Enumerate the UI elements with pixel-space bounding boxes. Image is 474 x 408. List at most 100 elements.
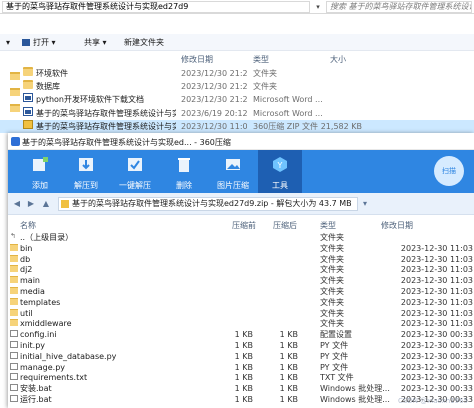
image-icon <box>226 159 240 170</box>
entry-name: initial_hive_database.py <box>20 351 117 361</box>
entry-name: templates <box>20 297 61 307</box>
column-date[interactable]: 修改日期 <box>381 220 413 231</box>
entry-name: db <box>20 254 31 264</box>
file-type: 文件夹 <box>253 69 277 78</box>
zip-list-item[interactable]: main 文件夹 2023-12-30 11:03 <box>8 276 474 287</box>
folder-icon <box>10 254 18 262</box>
search-input[interactable]: 搜索 基于的菜鸟驿站存取件管理系统设计与实... <box>326 1 472 13</box>
file-row[interactable]: 基于的菜鸟驿站存取件管理系统设计与实现... 2023/12/30 11:03 36… <box>0 119 474 133</box>
column-date[interactable]: 修改日期 <box>181 54 213 65</box>
zip-list-item[interactable]: ↰ ..（上级目录） 文件夹 <box>8 233 474 244</box>
zip-list-item[interactable]: requirements.txt 1 KB 1 KB TXT 文件 2023-12-30… <box>8 373 474 384</box>
entry-date: 2023-12-30 11:03 <box>400 297 473 307</box>
file-row[interactable]: 环境软件 2023/12/30 21:24 文件夹 <box>0 67 474 80</box>
file-date: 2023/12/30 11:03 <box>181 121 247 131</box>
column-after[interactable]: 压缩后 <box>273 220 297 231</box>
zip-list-item[interactable]: templates 文件夹 2023-12-30 11:03 <box>8 297 474 309</box>
column-size[interactable]: 大小 <box>330 54 346 65</box>
add-label: 添加 <box>32 181 48 190</box>
zip-list-item[interactable]: initial_hive_database.py 1 KB 1 KB PY 文件 202… <box>8 351 474 363</box>
size-after: 1 KB <box>279 341 298 350</box>
size-after: 1 KB <box>279 395 298 404</box>
file-date: 2023/6/19 20:12 <box>181 108 247 118</box>
address-bar[interactable]: 基于的菜鸟驿站存取件管理系统设计与实现ed27d9 <box>2 1 310 13</box>
size-after: 1 KB <box>279 384 298 394</box>
column-type[interactable]: 类型 <box>320 220 336 231</box>
add-button[interactable]: 添加 <box>18 150 62 193</box>
zip-list-item[interactable]: 安装.bat 1 KB 1 KB Windows 批处理... 2023-12-30 0… <box>8 384 474 395</box>
back-icon[interactable]: ◀ <box>12 198 22 210</box>
scan-button[interactable]: 扫描 <box>434 156 464 186</box>
entry-type: 文件夹 <box>320 319 344 329</box>
file-row[interactable]: 数据库 2023/12/30 21:24 文件夹 <box>0 80 474 93</box>
size-before: 1 KB <box>234 395 253 404</box>
entry-type: 文件夹 <box>320 308 344 318</box>
zip-list-item[interactable]: init.py 1 KB 1 KB PY 文件 2023-12-30 00:33 <box>8 341 474 352</box>
zip-title-bar: 基于的菜鸟驿站存取件管理系统设计与实现ed... - 360压缩 <box>8 133 474 150</box>
path-dropdown-icon[interactable]: ▾ <box>360 198 370 210</box>
zip-column-header: 名称 压缩前 压缩后 类型 修改日期 <box>8 219 474 231</box>
up-icon: ↰ <box>10 233 16 240</box>
size-before: 1 KB <box>234 384 253 394</box>
new-folder-button[interactable]: 新建文件夹 <box>124 36 164 49</box>
watermark: CSDN @xiaoxh1965 <box>397 397 468 405</box>
image-compress-button[interactable]: 图片压缩 <box>211 150 255 193</box>
explorer-toolbar: ▾ 打开 ▾ 共享 ▾ 新建文件夹 <box>0 34 474 51</box>
entry-type: 文件夹 <box>320 233 344 242</box>
entry-name: 运行.bat <box>20 395 52 404</box>
entry-date: 2023-12-30 11:03 <box>400 265 473 275</box>
entry-type: 文件夹 <box>320 254 344 264</box>
extract-icon <box>79 158 93 171</box>
file-type: 文件夹 <box>253 82 277 92</box>
file-icon <box>10 341 18 348</box>
entry-date: 2023-12-30 00:33 <box>400 373 473 383</box>
entry-date: 2023-12-30 11:03 <box>400 308 473 318</box>
zip-list-item[interactable]: config.ini 1 KB 1 KB 配置设置 2023-12-30 00:33 <box>8 330 474 341</box>
entry-date: 2023-12-30 11:03 <box>400 243 473 253</box>
entry-date: 2023-12-30 11:03 <box>400 319 473 329</box>
one-click-extract-button[interactable]: 一键解压 <box>113 150 157 193</box>
zip-list-item[interactable]: bin 文件夹 2023-12-30 11:03 <box>8 243 474 255</box>
file-name: 基于的菜鸟驿站存取件管理系统设计与实... <box>36 108 176 118</box>
zip-list-item[interactable]: dj2 文件夹 2023-12-30 11:03 <box>8 265 474 276</box>
size-after: 1 KB <box>279 362 298 372</box>
extract-to-button[interactable]: 解压到 <box>64 150 108 193</box>
share-label: 共享 <box>84 38 100 47</box>
explorer-window: 基于的菜鸟驿站存取件管理系统设计与实现ed27d9 ▾ ↻ 搜索 基于的菜鸟驿站… <box>0 0 474 148</box>
size-before: 1 KB <box>234 351 253 361</box>
file-row[interactable]: 基于的菜鸟驿站存取件管理系统设计与实... 2023/6/19 20:12 Micr… <box>0 106 474 120</box>
dropdown-icon[interactable]: ▾ <box>310 1 326 13</box>
size-before: 1 KB <box>234 341 253 350</box>
file-name: 基于的菜鸟驿站存取件管理系统设计与实现... <box>36 121 176 131</box>
zip-list-item[interactable]: media 文件夹 2023-12-30 11:03 <box>8 287 474 298</box>
zip-list-item[interactable]: db 文件夹 2023-12-30 11:03 <box>8 254 474 266</box>
file-icon <box>10 351 18 359</box>
zip-list-item[interactable]: util 文件夹 2023-12-30 11:03 <box>8 308 474 320</box>
file-row[interactable]: python开发环境软件下载文档 2023/12/30 21:25 Microsof… <box>0 93 474 106</box>
share-button[interactable]: 共享 ▾ <box>84 36 107 49</box>
word-icon <box>23 106 33 116</box>
zip-path-field[interactable]: 基于的菜鸟驿站存取件管理系统设计与实现ed27d9.zip - 解包大小为 43… <box>58 197 358 211</box>
column-before[interactable]: 压缩前 <box>232 220 256 231</box>
zip-icon <box>23 119 33 129</box>
file-type: 360压缩 ZIP 文件 <box>253 121 319 131</box>
file-icon <box>10 373 18 381</box>
tools-button[interactable]: Y 工具 <box>258 150 302 193</box>
size-before: 1 KB <box>234 373 253 383</box>
zip-list-item[interactable]: xmiddleware 文件夹 2023-12-30 11:03 <box>8 319 474 330</box>
delete-label: 删除 <box>176 181 192 190</box>
entry-type: PY 文件 <box>320 341 349 350</box>
forward-icon[interactable]: ▶ <box>26 198 36 210</box>
up-level-icon[interactable]: ▲ <box>41 198 51 210</box>
file-icon <box>10 362 18 370</box>
one-click-extract-label: 一键解压 <box>119 181 151 190</box>
file-name: python开发环境软件下载文档 <box>36 95 144 105</box>
entry-date: 2023-12-30 00:33 <box>400 330 473 340</box>
zip-list-item[interactable]: manage.py 1 KB 1 KB PY 文件 2023-12-30 00:33 <box>8 362 474 374</box>
delete-button[interactable]: 删除 <box>162 150 206 193</box>
column-name[interactable]: 名称 <box>20 220 36 231</box>
organize-dropdown-icon[interactable]: ▾ <box>6 36 10 49</box>
file-icon <box>10 330 18 338</box>
column-type[interactable]: 类型 <box>253 54 269 65</box>
open-button[interactable]: 打开 ▾ <box>22 36 56 49</box>
